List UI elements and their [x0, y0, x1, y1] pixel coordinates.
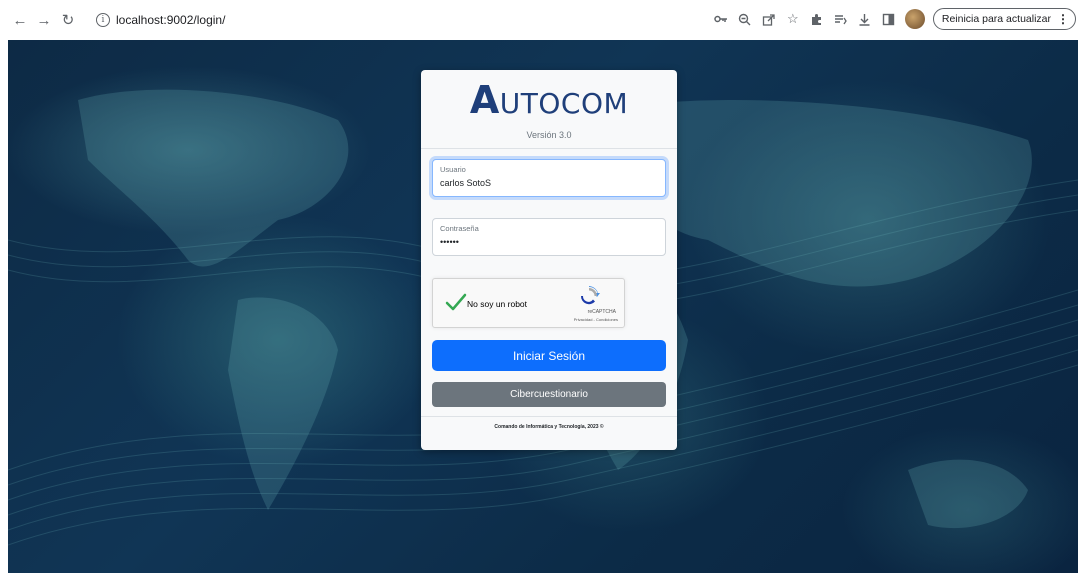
login-card: AUTOCOM Versión 3.0 Usuario carlos SotoS…: [421, 70, 677, 450]
card-divider: [421, 148, 677, 149]
address-bar[interactable]: i localhost:9002/login/: [90, 7, 790, 33]
username-label: Usuario: [440, 165, 466, 174]
username-input[interactable]: carlos SotoS: [440, 178, 658, 189]
forward-arrow-icon[interactable]: →: [34, 10, 54, 30]
autocom-logo: AUTOCOM: [421, 78, 677, 122]
download-icon[interactable]: [857, 10, 873, 28]
login-button[interactable]: Iniciar Sesión: [432, 340, 666, 371]
checkmark-icon[interactable]: [445, 291, 467, 313]
password-field[interactable]: Contraseña ••••••: [432, 218, 666, 256]
logo-text: UTOCOM: [499, 87, 629, 120]
recaptcha-logo-icon: [580, 286, 600, 305]
card-footer-divider: [421, 416, 677, 417]
profile-avatar[interactable]: [904, 9, 925, 29]
key-icon[interactable]: [713, 10, 729, 28]
zoom-icon[interactable]: [737, 10, 753, 28]
username-field[interactable]: Usuario carlos SotoS: [432, 159, 666, 197]
password-label: Contraseña: [440, 224, 479, 233]
update-button[interactable]: Reinicia para actualizar ⋮: [932, 8, 1076, 30]
share-icon[interactable]: [761, 10, 777, 28]
update-button-label: Reinicia para actualizar: [941, 13, 1051, 25]
footer-text: Comando de Informática y Tecnología, 202…: [494, 424, 604, 430]
star-icon[interactable]: ☆: [785, 10, 801, 28]
recaptcha-links[interactable]: Privacidad - Condiciones: [574, 317, 618, 322]
recaptcha-brand: reCAPTCHA: [587, 309, 616, 315]
reading-list-icon[interactable]: [833, 10, 849, 28]
logo-initial: A: [469, 78, 500, 122]
more-menu-icon[interactable]: ⋮: [1057, 12, 1069, 26]
cyber-questionnaire-button[interactable]: Cibercuestionario: [432, 382, 666, 407]
captcha-text: No soy un robot: [467, 299, 528, 309]
back-arrow-icon[interactable]: ←: [10, 10, 30, 30]
browser-toolbar: ← → ↻ i localhost:9002/login/ ☆ Reinicia: [0, 0, 1084, 40]
reload-icon[interactable]: ↻: [58, 10, 78, 30]
recaptcha-widget[interactable]: No soy un robot reCAPTCHA Privacidad - C…: [432, 278, 625, 328]
url-text: localhost:9002/login/: [116, 13, 226, 27]
password-input[interactable]: ••••••: [440, 237, 658, 248]
version-label: Versión 3.0: [526, 130, 572, 140]
site-info-icon[interactable]: i: [96, 13, 110, 27]
extensions-icon[interactable]: [809, 10, 825, 28]
side-panel-icon[interactable]: [881, 10, 897, 28]
